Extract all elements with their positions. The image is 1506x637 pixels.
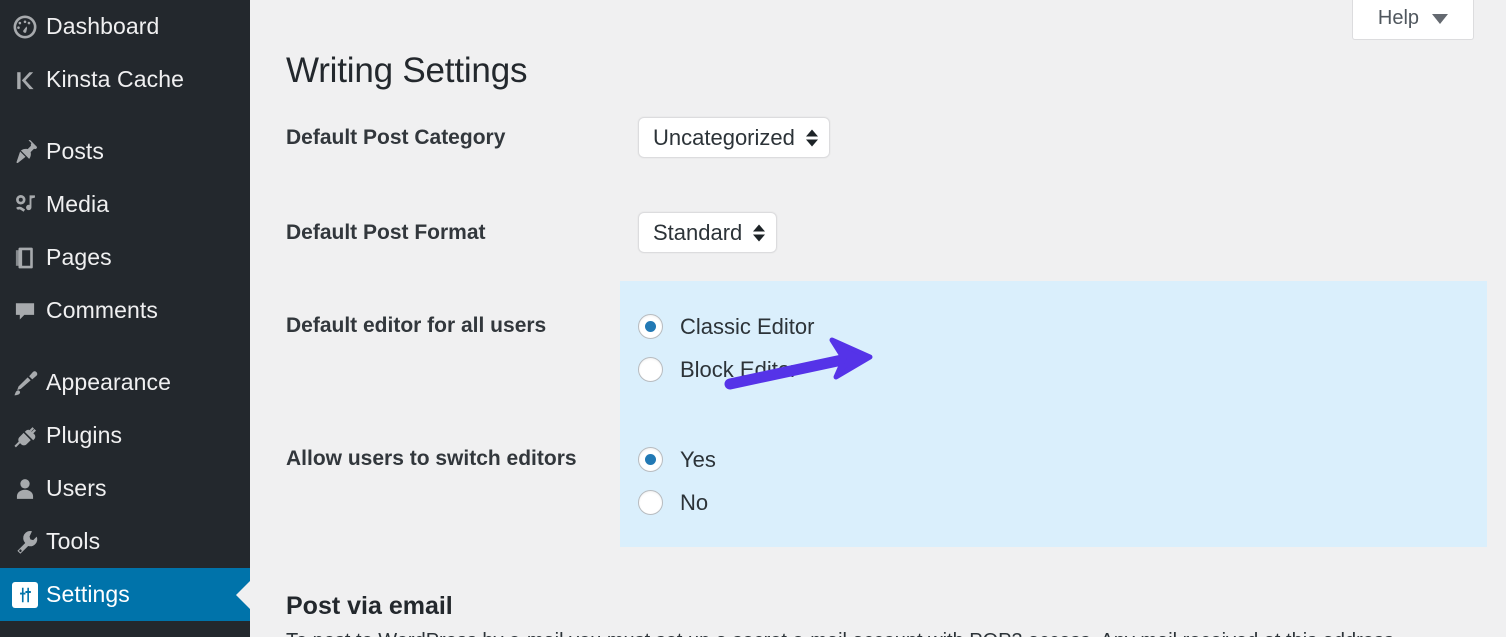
menu-separator bbox=[0, 337, 250, 356]
help-button[interactable]: Help bbox=[1352, 0, 1474, 40]
active-menu-arrow-icon bbox=[236, 580, 251, 610]
admin-sidebar-menu: Dashboard Kinsta Cache Posts Media Pages Comm… bbox=[0, 0, 250, 637]
plug-icon bbox=[12, 422, 46, 449]
sidebar-item-label: Kinsta Cache bbox=[46, 66, 184, 93]
paintbrush-icon bbox=[12, 369, 46, 396]
label-allow-switch-editors: Allow users to switch editors bbox=[286, 447, 577, 471]
default-post-format-value: Standard bbox=[653, 220, 742, 246]
wordpress-admin-screen: Dashboard Kinsta Cache Posts Media Pages Comm… bbox=[0, 0, 1506, 637]
label-default-editor: Default editor for all users bbox=[286, 314, 546, 338]
admin-content-area: Help Writing Settings Default Post Categ… bbox=[250, 0, 1506, 637]
sidebar-item-label: Comments bbox=[46, 297, 158, 324]
radio-label-block-editor: Block Editor bbox=[680, 357, 797, 383]
wrench-icon bbox=[12, 528, 46, 555]
dashboard-icon bbox=[12, 14, 46, 40]
radio-yes[interactable] bbox=[638, 447, 663, 472]
page-title: Writing Settings bbox=[286, 51, 527, 91]
media-icon bbox=[12, 191, 46, 218]
sidebar-item-label: Users bbox=[46, 475, 107, 502]
radio-classic-editor[interactable] bbox=[638, 314, 663, 339]
sidebar-item-plugins[interactable]: Plugins bbox=[0, 409, 250, 462]
radio-label-classic-editor: Classic Editor bbox=[680, 314, 814, 340]
sidebar-item-comments[interactable]: Comments bbox=[0, 284, 250, 337]
sidebar-item-label: Plugins bbox=[46, 422, 122, 449]
select-arrows-icon bbox=[806, 129, 818, 146]
sidebar-item-dashboard[interactable]: Dashboard bbox=[0, 0, 250, 53]
default-post-category-value: Uncategorized bbox=[653, 125, 795, 151]
radio-option-yes[interactable]: Yes bbox=[638, 438, 716, 481]
sliders-icon bbox=[12, 582, 46, 608]
sidebar-item-users[interactable]: Users bbox=[0, 462, 250, 515]
radio-label-yes: Yes bbox=[680, 447, 716, 473]
comment-bubble-icon bbox=[12, 298, 46, 324]
sidebar-item-kinsta-cache[interactable]: Kinsta Cache bbox=[0, 53, 250, 106]
sidebar-item-label: Settings bbox=[46, 581, 130, 608]
sidebar-item-label: Tools bbox=[46, 528, 100, 555]
sidebar-item-label: Dashboard bbox=[46, 13, 159, 40]
select-arrows-icon bbox=[753, 224, 765, 241]
label-default-post-category: Default Post Category bbox=[286, 126, 505, 150]
section-heading-post-via-email: Post via email bbox=[286, 592, 453, 621]
sidebar-item-label: Media bbox=[46, 191, 109, 218]
kinsta-k-icon bbox=[12, 67, 46, 93]
sidebar-item-pages[interactable]: Pages bbox=[0, 231, 250, 284]
radio-option-no[interactable]: No bbox=[638, 481, 716, 524]
sidebar-item-appearance[interactable]: Appearance bbox=[0, 356, 250, 409]
sidebar-item-label: Posts bbox=[46, 138, 104, 165]
sidebar-item-label: Appearance bbox=[46, 369, 171, 396]
user-icon bbox=[12, 476, 46, 502]
radio-block-editor[interactable] bbox=[638, 357, 663, 382]
sliders-icon-chip bbox=[12, 582, 38, 608]
section-body-post-via-email: To post to WordPress by e-mail you must … bbox=[286, 626, 1486, 637]
default-post-category-select[interactable]: Uncategorized bbox=[638, 117, 830, 158]
help-button-label: Help bbox=[1378, 7, 1419, 30]
sidebar-item-settings[interactable]: Settings bbox=[0, 568, 250, 621]
sidebar-item-media[interactable]: Media bbox=[0, 178, 250, 231]
radio-no[interactable] bbox=[638, 490, 663, 515]
sidebar-item-label: Pages bbox=[46, 244, 112, 271]
radio-label-no: No bbox=[680, 490, 708, 516]
label-default-post-format: Default Post Format bbox=[286, 221, 486, 245]
radio-option-block-editor[interactable]: Block Editor bbox=[638, 348, 814, 391]
menu-separator bbox=[0, 106, 250, 125]
pages-icon bbox=[12, 245, 46, 271]
sidebar-item-tools[interactable]: Tools bbox=[0, 515, 250, 568]
radio-option-classic-editor[interactable]: Classic Editor bbox=[638, 305, 814, 348]
sidebar-item-posts[interactable]: Posts bbox=[0, 125, 250, 178]
default-post-format-select[interactable]: Standard bbox=[638, 212, 777, 253]
pushpin-icon bbox=[12, 138, 46, 165]
chevron-down-icon bbox=[1432, 14, 1448, 24]
